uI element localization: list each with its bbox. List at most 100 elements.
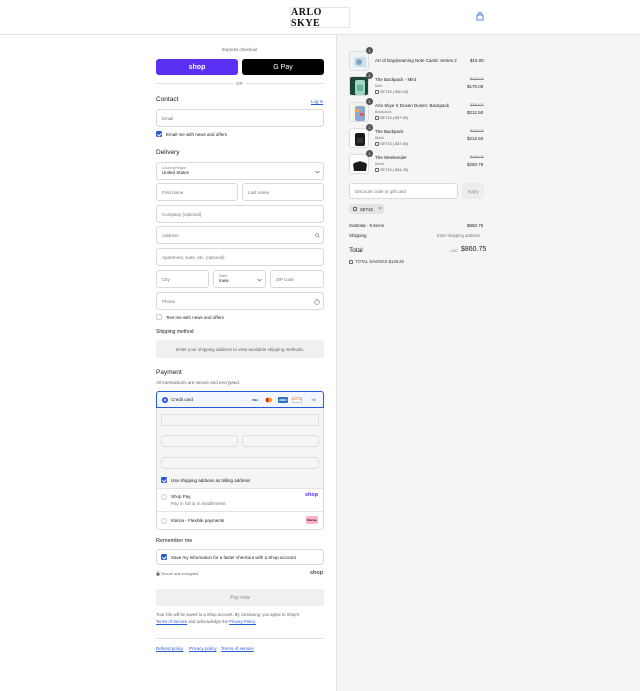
logo[interactable]: ARLO SKYE	[290, 7, 350, 29]
save-info-checkbox[interactable]	[161, 554, 167, 560]
total-label: Total	[349, 247, 363, 254]
privacy-policy-link[interactable]: Privacy policy	[189, 646, 217, 651]
legal-and: and acknowledge the	[188, 619, 228, 624]
item-discount-text: SET15 (-$30.00)	[380, 90, 409, 94]
item-price: $15.00	[470, 58, 484, 63]
payment-subtitle: All transactions are secure and encrypte…	[156, 380, 241, 385]
billing-label: Use shipping address as billing address	[171, 478, 251, 483]
item-name: The Weekender	[375, 155, 407, 160]
discover-icon: DISCOVER	[291, 397, 303, 403]
item-price: $212.50	[467, 110, 484, 115]
close-icon[interactable]: ×	[379, 206, 382, 212]
address-field[interactable]: Address	[156, 226, 324, 244]
security-code-field[interactable]	[242, 435, 319, 447]
privacy-link[interactable]: Privacy Policy.	[229, 619, 256, 624]
quantity-badge: 1	[366, 124, 373, 131]
tag-icon	[349, 259, 353, 264]
subtotal-label: Subtotal · 5 items	[349, 223, 385, 228]
shopping-bag-icon[interactable]	[476, 12, 484, 21]
item-discount: SET15 (-$30.00)	[375, 90, 408, 94]
column-divider	[336, 35, 337, 691]
or-label: OR	[236, 81, 243, 86]
footer-divider	[156, 638, 324, 639]
discount-code-field[interactable]: Discount code or gift card	[349, 183, 458, 199]
item-discount-text: SET15 (-$44.25)	[380, 168, 409, 172]
sms-label: Text me with news and offers	[166, 315, 224, 320]
tag-icon	[375, 142, 379, 146]
phone-field[interactable]: Phone ?	[156, 292, 324, 310]
state-select[interactable]: State Iowa	[213, 270, 266, 288]
payment-title: Payment	[156, 369, 182, 376]
name-on-card-field[interactable]	[161, 457, 319, 469]
shop-pay-radio[interactable]	[161, 494, 167, 500]
delivery-title: Delivery	[156, 149, 180, 156]
terms-of-service-link[interactable]: Terms of service	[221, 646, 254, 651]
quantity-badge: 1	[366, 47, 373, 54]
item-name: Art of Daydreaming Note Cards: Series 2	[375, 58, 457, 63]
shop-pay-title: Shop Pay	[171, 494, 191, 499]
google-pay-button[interactable]: G Pay	[242, 59, 324, 75]
refund-policy-link[interactable]: Refund policy	[156, 646, 183, 651]
credit-card-radio[interactable]	[162, 397, 168, 403]
phone-placeholder: Phone	[162, 298, 176, 304]
shipping-label: Shipping	[349, 233, 367, 238]
search-icon	[315, 233, 320, 238]
item-original-price: $250.00	[470, 103, 484, 107]
item-variant: Black	[375, 136, 385, 140]
first-name-field[interactable]: First name	[156, 183, 238, 201]
product-thumbnail	[349, 76, 369, 96]
company-field[interactable]: Company (optional)	[156, 205, 324, 223]
login-link[interactable]: Log in	[311, 99, 323, 104]
item-price: $212.50	[467, 136, 484, 141]
tag-icon	[353, 207, 357, 211]
svg-text:?: ?	[316, 300, 318, 304]
zip-field[interactable]: ZIP code	[270, 270, 324, 288]
product-thumbnail	[349, 128, 369, 148]
tag-icon	[375, 90, 379, 94]
sms-checkbox[interactable]	[156, 314, 162, 320]
item-price: $250.75	[467, 162, 484, 167]
currency-label: USD	[450, 249, 459, 253]
credit-card-label: Credit card	[171, 397, 194, 402]
quantity-badge: 1	[366, 150, 373, 157]
item-original-price: $200.00	[470, 77, 484, 81]
or-divider-left	[156, 83, 234, 84]
express-checkout-title: Express checkout	[222, 47, 258, 52]
email-field[interactable]: Email	[156, 109, 324, 127]
amex-icon: AMEX	[278, 397, 288, 403]
apply-button[interactable]: Apply	[462, 183, 484, 199]
terms-link[interactable]: Terms of Service	[156, 619, 187, 624]
legal-text: Your info will be saved to a Shop accoun…	[156, 611, 324, 625]
savings-value: $149.25	[388, 259, 404, 264]
shop-pay-button[interactable]: shop	[156, 59, 238, 75]
news-checkbox[interactable]	[156, 131, 162, 137]
city-field[interactable]: City	[156, 270, 209, 288]
item-original-price: $295.00	[470, 155, 484, 159]
secure-label: Secure and encrypted	[161, 572, 199, 576]
help-icon[interactable]: ?	[314, 299, 320, 305]
item-discount: SET15 (-$37.50)	[375, 142, 408, 146]
address-placeholder: Address	[162, 232, 179, 238]
expiry-field[interactable]	[161, 435, 238, 447]
total-value: $860.75	[461, 246, 487, 253]
or-divider-right	[246, 83, 324, 84]
legal-line: Your info will be saved to a Shop accoun…	[156, 612, 300, 617]
card-number-field[interactable]	[161, 414, 319, 426]
shipping-info-box: Enter your shipping address to view avai…	[156, 340, 324, 358]
shop-pay-logo: shop	[305, 492, 319, 498]
tag-icon	[375, 116, 379, 120]
pay-now-button[interactable]: Pay now	[156, 589, 324, 606]
credit-card-option[interactable]: Credit card VISA AMEX DISCOVER +4	[156, 391, 324, 408]
shop-logo: shop	[310, 570, 324, 576]
item-price: $170.00	[467, 84, 484, 89]
last-name-field[interactable]: Last name	[242, 183, 324, 201]
product-thumbnail	[349, 51, 369, 71]
product-thumbnail	[349, 154, 369, 174]
billing-checkbox[interactable]	[161, 477, 167, 483]
country-select[interactable]: Country/Region United States	[156, 162, 324, 180]
klarna-radio[interactable]	[161, 518, 167, 524]
chevron-down-icon	[257, 278, 262, 282]
item-discount: SET15 (-$44.25)	[375, 168, 408, 172]
apartment-field[interactable]: Apartment, suite, etc. (optional)	[156, 248, 324, 266]
lock-icon	[156, 571, 160, 576]
